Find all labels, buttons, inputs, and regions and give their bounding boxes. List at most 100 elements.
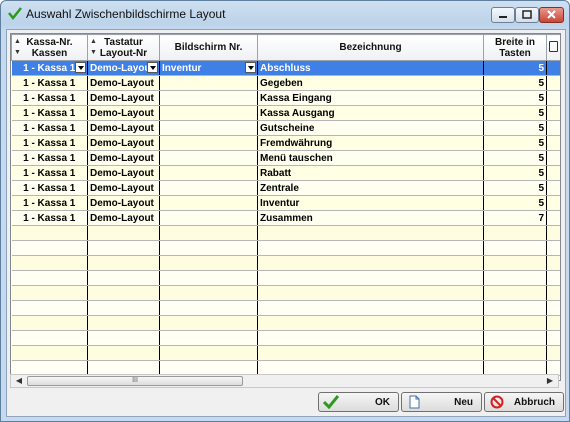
cell-layout[interactable]: Demo-Layout xyxy=(87,165,160,181)
cell-bildschirm[interactable] xyxy=(159,90,258,106)
column-header-kassa[interactable]: ▲ ▼ Kassa-Nr. Kassen xyxy=(11,34,88,61)
cell-bildschirm[interactable] xyxy=(159,105,258,121)
cell-layout[interactable]: Demo-Layout xyxy=(87,180,160,196)
column-header-bildschirm[interactable]: Bildschirm Nr. xyxy=(159,34,258,61)
cell-bezeichnung[interactable]: Gegeben xyxy=(257,75,484,91)
scroll-left-icon[interactable]: ◀ xyxy=(12,375,26,387)
cell-breite[interactable]: 5 xyxy=(483,135,547,151)
cell-kassa[interactable]: 1 - Kassa 1 xyxy=(11,165,88,181)
cell-bezeichnung[interactable]: Fremdwährung xyxy=(257,135,484,151)
column-header-layout[interactable]: ▲ ▼ Tastatur Layout-Nr xyxy=(87,34,160,61)
title-bar[interactable]: Auswahl Zwischenbildschirme Layout xyxy=(1,1,569,29)
empty-cell xyxy=(159,330,258,346)
empty-row xyxy=(11,315,560,331)
cell-layout[interactable]: Demo-Layout xyxy=(87,90,160,106)
cell-kassa[interactable]: 1 - Kassa 1 xyxy=(11,150,88,166)
dropdown-arrow-icon[interactable] xyxy=(245,62,256,73)
cell-bezeichnung[interactable]: Kassa Ausgang xyxy=(257,105,484,121)
scrollbar-thumb[interactable]: III xyxy=(27,376,243,386)
close-button[interactable] xyxy=(539,7,564,23)
table-row[interactable]: 1 - Kassa 1 Demo-Layout Rabatt 5 xyxy=(11,165,560,181)
table-row[interactable]: 1 - Kassa 1 Demo-Layout Inventur 5 xyxy=(11,195,560,211)
scroll-right-icon[interactable]: ▶ xyxy=(543,375,557,387)
cell-bezeichnung[interactable]: Menü tauschen xyxy=(257,150,484,166)
cell-layout[interactable]: Demo-Layout xyxy=(87,135,160,151)
cell-bezeichnung[interactable]: Gutscheine xyxy=(257,120,484,136)
cell-kassa[interactable]: 1 - Kassa 1 xyxy=(11,210,88,226)
cell-kassa[interactable]: 1 - Kassa 1 xyxy=(11,180,88,196)
table-row[interactable]: 1 - Kassa 1 Demo-Layout Menü tauschen 5 xyxy=(11,150,560,166)
cancel-button[interactable]: Abbruch xyxy=(484,392,564,412)
dropdown-arrow-icon[interactable] xyxy=(147,62,158,73)
ok-button[interactable]: OK xyxy=(318,392,399,412)
cell-kassa[interactable]: 1 - Kassa 1 xyxy=(11,105,88,121)
empty-cell xyxy=(483,330,547,346)
new-button[interactable]: Neu xyxy=(401,392,482,412)
table-row[interactable]: 1 - Kassa 1 Demo-Layout Gutscheine 5 xyxy=(11,120,560,136)
cell-bildschirm[interactable]: Inventur xyxy=(159,60,258,76)
cell-breite[interactable]: 5 xyxy=(483,60,547,76)
cell-layout[interactable]: Demo-Layout xyxy=(87,210,160,226)
cell-value: Demo-Layout xyxy=(90,212,154,224)
table-row[interactable]: 1 - Kassa 1 Demo-Layout Fremdwährung 5 xyxy=(11,135,560,151)
empty-cell xyxy=(87,225,160,241)
empty-cell xyxy=(159,270,258,286)
cell-bildschirm[interactable] xyxy=(159,135,258,151)
cell-breite[interactable]: 5 xyxy=(483,75,547,91)
table-row[interactable]: 1 - Kassa 1 Demo-Layout Inventur Abschluss 5 xyxy=(11,60,560,76)
cell-value: 5 xyxy=(538,182,544,194)
horizontal-scrollbar[interactable]: ◀ III ▶ xyxy=(10,374,559,388)
cell-kassa[interactable]: 1 - Kassa 1 xyxy=(11,60,88,76)
column-header-breite[interactable]: Breite in Tasten xyxy=(483,34,547,61)
cell-kassa[interactable]: 1 - Kassa 1 xyxy=(11,75,88,91)
cell-layout[interactable]: Demo-Layout xyxy=(87,60,160,76)
cell-bildschirm[interactable] xyxy=(159,75,258,91)
cell-bildschirm[interactable] xyxy=(159,150,258,166)
cell-bildschirm[interactable] xyxy=(159,120,258,136)
layout-grid[interactable]: ▲ ▼ Kassa-Nr. Kassen ▲ ▼ Tastatur Layout-N… xyxy=(10,33,561,381)
cell-kassa[interactable]: 1 - Kassa 1 xyxy=(11,135,88,151)
cell-breite[interactable]: 5 xyxy=(483,90,547,106)
cell-layout[interactable]: Demo-Layout xyxy=(87,195,160,211)
cell-breite[interactable]: 5 xyxy=(483,120,547,136)
maximize-button[interactable] xyxy=(515,7,539,23)
cell-breite[interactable]: 7 xyxy=(483,210,547,226)
cell-breite[interactable]: 5 xyxy=(483,195,547,211)
cell-layout[interactable]: Demo-Layout xyxy=(87,75,160,91)
table-row[interactable]: 1 - Kassa 1 Demo-Layout Kassa Eingang 5 xyxy=(11,90,560,106)
cell-bildschirm[interactable] xyxy=(159,180,258,196)
cell-kassa[interactable]: 1 - Kassa 1 xyxy=(11,90,88,106)
cell-kassa[interactable]: 1 - Kassa 1 xyxy=(11,120,88,136)
table-row[interactable]: 1 - Kassa 1 Demo-Layout Zusammen 7 xyxy=(11,210,560,226)
cell-value: Rabatt xyxy=(260,167,292,179)
empty-cell xyxy=(257,270,484,286)
dropdown-arrow-icon[interactable] xyxy=(75,62,86,73)
cell-breite[interactable]: 5 xyxy=(483,105,547,121)
cell-bezeichnung[interactable]: Zentrale xyxy=(257,180,484,196)
column-header-bezeichnung[interactable]: Bezeichnung xyxy=(257,34,484,61)
cell-bildschirm[interactable] xyxy=(159,165,258,181)
empty-row xyxy=(11,225,560,241)
cell-bezeichnung[interactable]: Rabatt xyxy=(257,165,484,181)
cell-value: 1 - Kassa 1 xyxy=(23,182,76,194)
cell-bildschirm[interactable] xyxy=(159,210,258,226)
cell-bezeichnung[interactable]: Abschluss xyxy=(257,60,484,76)
table-row[interactable]: 1 - Kassa 1 Demo-Layout Zentrale 5 xyxy=(11,180,560,196)
table-row[interactable]: 1 - Kassa 1 Demo-Layout Gegeben 5 xyxy=(11,75,560,91)
cell-layout[interactable]: Demo-Layout xyxy=(87,105,160,121)
table-row[interactable]: 1 - Kassa 1 Demo-Layout Kassa Ausgang 5 xyxy=(11,105,560,121)
cell-value: Demo-Layout xyxy=(90,197,154,209)
cell-breite[interactable]: 5 xyxy=(483,180,547,196)
cell-breite[interactable]: 5 xyxy=(483,165,547,181)
column-chooser-button[interactable] xyxy=(546,34,560,61)
cell-layout[interactable]: Demo-Layout xyxy=(87,120,160,136)
cell-bildschirm[interactable] xyxy=(159,195,258,211)
cell-kassa[interactable]: 1 - Kassa 1 xyxy=(11,195,88,211)
cell-bezeichnung[interactable]: Zusammen xyxy=(257,210,484,226)
minimize-button[interactable] xyxy=(491,7,515,23)
empty-cell xyxy=(159,300,258,316)
cell-bezeichnung[interactable]: Inventur xyxy=(257,195,484,211)
cell-layout[interactable]: Demo-Layout xyxy=(87,150,160,166)
cell-bezeichnung[interactable]: Kassa Eingang xyxy=(257,90,484,106)
cell-breite[interactable]: 5 xyxy=(483,150,547,166)
